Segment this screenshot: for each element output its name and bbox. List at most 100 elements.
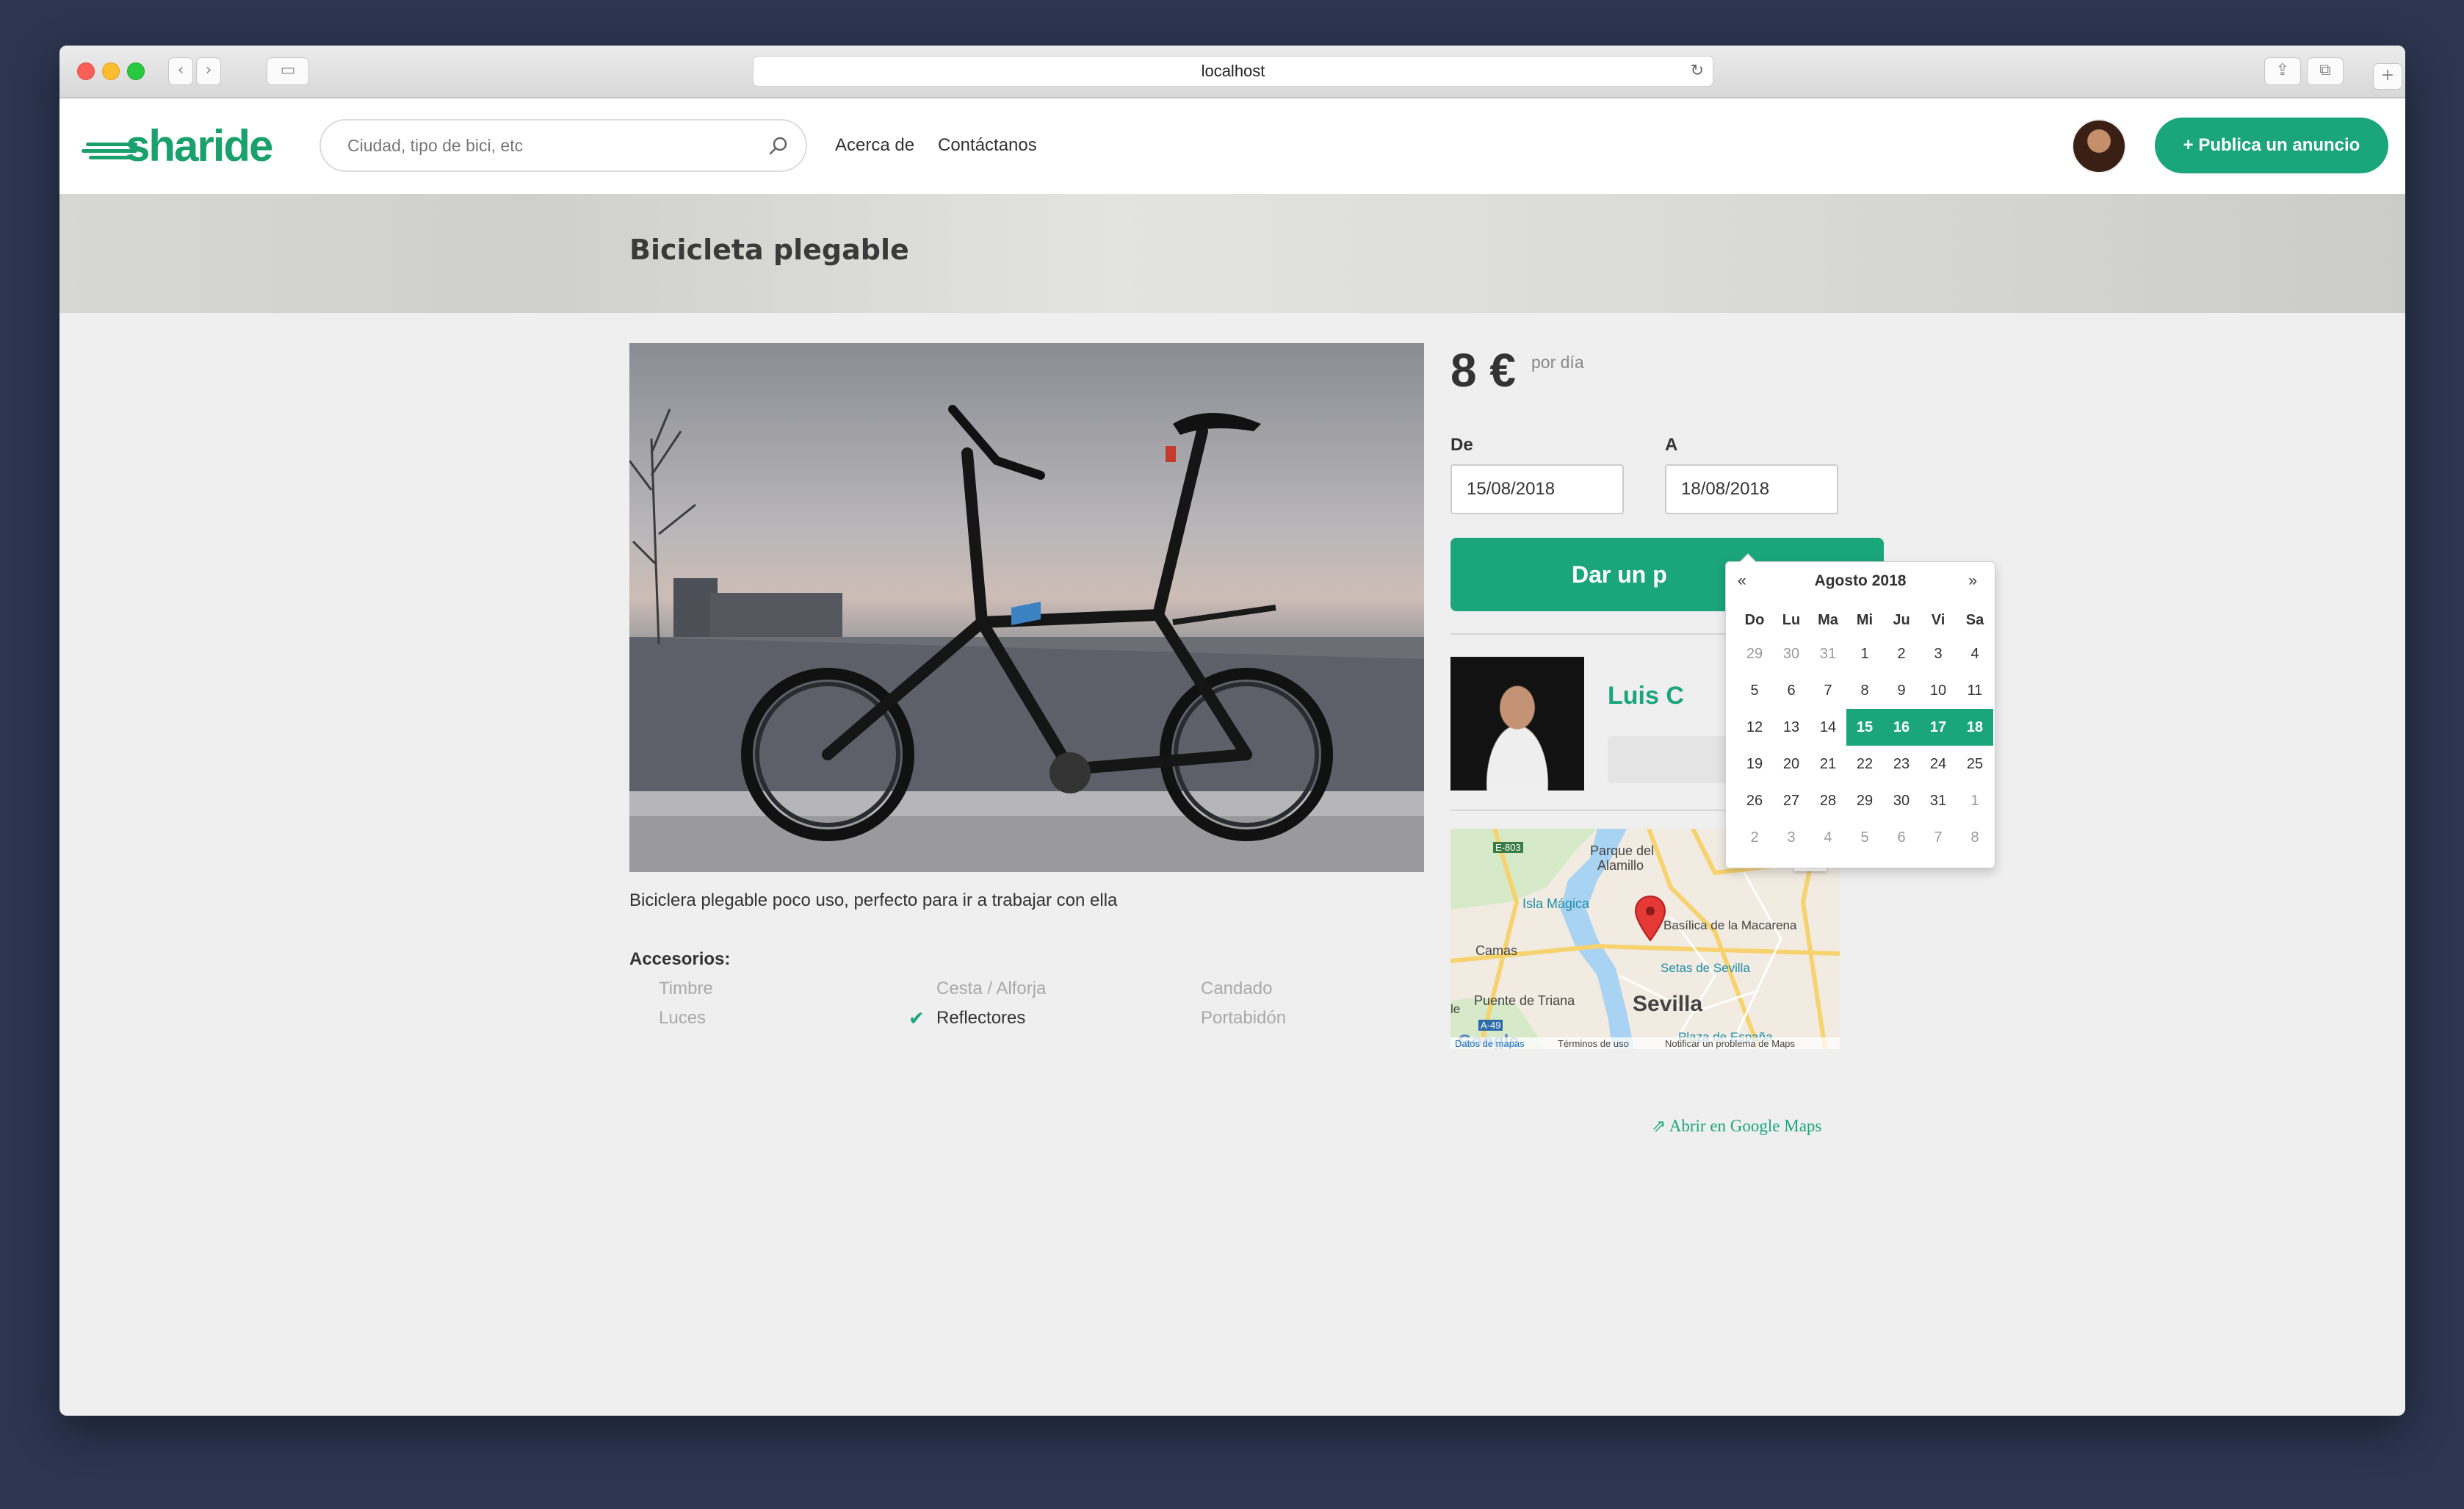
- browser-toolbar: ‹ › ▭ localhost ↻ ⇪ ⧉ +: [59, 46, 2405, 98]
- calendar-day[interactable]: 12: [1736, 709, 1773, 746]
- map-label-parque: Parque del: [1590, 843, 1655, 858]
- listing-header-banner: Bicicleta plegable: [59, 194, 2405, 313]
- map-label-e803: E-803: [1493, 842, 1523, 853]
- weekday-header: Vi: [1931, 612, 1945, 628]
- calendar-day[interactable]: 2: [1736, 819, 1773, 856]
- map-report-link[interactable]: Notificar un problema de Maps: [1665, 1038, 1795, 1049]
- calendar-day[interactable]: 13: [1773, 709, 1810, 746]
- nav-link-contact[interactable]: Contáctanos: [938, 135, 1037, 156]
- accessories-title: Accesorios:: [629, 949, 731, 969]
- calendar-day[interactable]: 30: [1773, 635, 1810, 672]
- external-link-icon: ⇗: [1652, 1117, 1669, 1135]
- page-title: Bicicleta plegable: [629, 234, 909, 266]
- calendar-day[interactable]: 29: [1736, 635, 1773, 672]
- from-date-input[interactable]: 15/08/2018: [1450, 464, 1624, 514]
- price-unit: por día: [1531, 353, 1584, 372]
- calendar-day[interactable]: 27: [1773, 782, 1810, 819]
- listing-description: Biciclera plegable poco uso, perfecto pa…: [629, 890, 1118, 910]
- calendar-day[interactable]: 28: [1810, 782, 1846, 819]
- from-label: De: [1450, 435, 1473, 455]
- tabs-icon[interactable]: ⧉: [2307, 57, 2344, 85]
- minimize-window-button[interactable]: [102, 62, 120, 80]
- location-pin-icon[interactable]: [1634, 895, 1666, 943]
- search-icon[interactable]: [767, 135, 790, 157]
- weekday-header: Ma: [1818, 612, 1838, 628]
- calendar-day[interactable]: 31: [1810, 635, 1846, 672]
- calendar-day[interactable]: 6: [1883, 819, 1920, 856]
- calendar-day[interactable]: 30: [1883, 782, 1920, 819]
- map-label-sevilla: Sevilla: [1633, 992, 1703, 1016]
- nav-link-about[interactable]: Acerca de: [835, 135, 914, 156]
- map-label-a49: A-49: [1478, 1020, 1503, 1031]
- calendar-day[interactable]: 5: [1736, 672, 1773, 709]
- calendar-day[interactable]: 11: [1957, 672, 1993, 709]
- calendar-day[interactable]: 14: [1810, 709, 1846, 746]
- calendar-day[interactable]: 31: [1920, 782, 1957, 819]
- calendar-day[interactable]: 20: [1773, 746, 1810, 782]
- calendar-day[interactable]: 1: [1957, 782, 1993, 819]
- calendar-day[interactable]: 8: [1846, 672, 1883, 709]
- calendar-day[interactable]: 19: [1736, 746, 1773, 782]
- user-avatar[interactable]: [2072, 119, 2126, 173]
- calendar-day[interactable]: 24: [1920, 746, 1957, 782]
- map-label-alamillo: Alamillo: [1597, 858, 1644, 873]
- calendar-day[interactable]: 7: [1810, 672, 1846, 709]
- address-bar[interactable]: localhost ↻: [753, 56, 1713, 87]
- calendar-day[interactable]: 8: [1957, 819, 1993, 856]
- calendar-day[interactable]: 25: [1957, 746, 1993, 782]
- next-month-button[interactable]: »: [1968, 572, 1977, 590]
- calendar-day[interactable]: 1: [1846, 635, 1883, 672]
- calendar-day-selected[interactable]: 18: [1957, 709, 1993, 746]
- share-icon[interactable]: ⇪: [2264, 57, 2301, 85]
- map-data-link[interactable]: Datos de mapas: [1455, 1038, 1525, 1049]
- calendar-day-selected[interactable]: 17: [1920, 709, 1957, 746]
- search-box[interactable]: [319, 119, 807, 172]
- calendar-day[interactable]: 29: [1846, 782, 1883, 819]
- zoom-window-button[interactable]: [127, 62, 145, 80]
- calendar-day-selected[interactable]: 15: [1846, 709, 1883, 746]
- weekday-header: Sa: [1965, 612, 1984, 628]
- sidebar-toggle-icon[interactable]: ▭: [267, 57, 309, 85]
- calendar-day-selected[interactable]: 16: [1883, 709, 1920, 746]
- new-tab-icon[interactable]: +: [2373, 63, 2402, 90]
- calendar-day[interactable]: 23: [1883, 746, 1920, 782]
- datepicker-popup: « Agosto 2018 » Do Lu Ma Mi Ju Vi Sa 29 30 31 1 2 3 4…: [1725, 553, 1995, 868]
- price-value: 8 €: [1450, 344, 1516, 397]
- calendar-day[interactable]: 10: [1920, 672, 1957, 709]
- calendar-day[interactable]: 6: [1773, 672, 1810, 709]
- publish-ad-button[interactable]: + Publica un anuncio: [2155, 118, 2388, 173]
- map-label-triana: Puente de Triana: [1474, 993, 1575, 1008]
- to-date-input[interactable]: 18/08/2018: [1665, 464, 1838, 514]
- map-terms-link[interactable]: Términos de uso: [1558, 1038, 1629, 1049]
- calendar-day[interactable]: 21: [1810, 746, 1846, 782]
- calendar-day[interactable]: 3: [1773, 819, 1810, 856]
- owner-photo: [1450, 657, 1584, 790]
- weekday-header: Mi: [1856, 612, 1874, 628]
- calendar-day[interactable]: 22: [1846, 746, 1883, 782]
- to-label: A: [1665, 435, 1678, 455]
- reload-icon[interactable]: ↻: [1691, 57, 1704, 86]
- datepicker-grid: Do Lu Ma Mi Ju Vi Sa 29 30 31 1 2 3 4 5 6 7 8 9 10 11 12 13 14 1…: [1736, 605, 1993, 856]
- calendar-day[interactable]: 2: [1883, 635, 1920, 672]
- close-window-button[interactable]: [77, 62, 95, 80]
- calendar-day[interactable]: 26: [1736, 782, 1773, 819]
- calendar-day[interactable]: 4: [1957, 635, 1993, 672]
- calendar-day[interactable]: 9: [1883, 672, 1920, 709]
- calendar-day[interactable]: 3: [1920, 635, 1957, 672]
- weekday-header: Ju: [1893, 612, 1910, 628]
- site-navbar: sharide Acerca de Contáctanos + Publica …: [59, 98, 2405, 194]
- map-label-isla-magica: Isla Mágica: [1522, 896, 1590, 911]
- search-input[interactable]: [347, 120, 759, 170]
- forward-icon[interactable]: ›: [196, 57, 221, 85]
- calendar-day[interactable]: 7: [1920, 819, 1957, 856]
- accessory-luces: Luces: [659, 1008, 707, 1028]
- calendar-day[interactable]: 4: [1810, 819, 1846, 856]
- datepicker-month[interactable]: Agosto 2018: [1726, 572, 1995, 590]
- back-icon[interactable]: ‹: [168, 57, 193, 85]
- accessory-cesta: Cesta / Alforja: [936, 979, 1047, 998]
- accessory-portabidon: Portabidón: [1201, 1008, 1287, 1028]
- open-google-maps-link[interactable]: ⇗ Abrir en Google Maps: [1652, 1117, 1821, 1136]
- map-label-macarena: Basílica de la Macarena: [1663, 918, 1797, 932]
- calendar-day[interactable]: 5: [1846, 819, 1883, 856]
- owner-name[interactable]: Luis C: [1608, 682, 1684, 710]
